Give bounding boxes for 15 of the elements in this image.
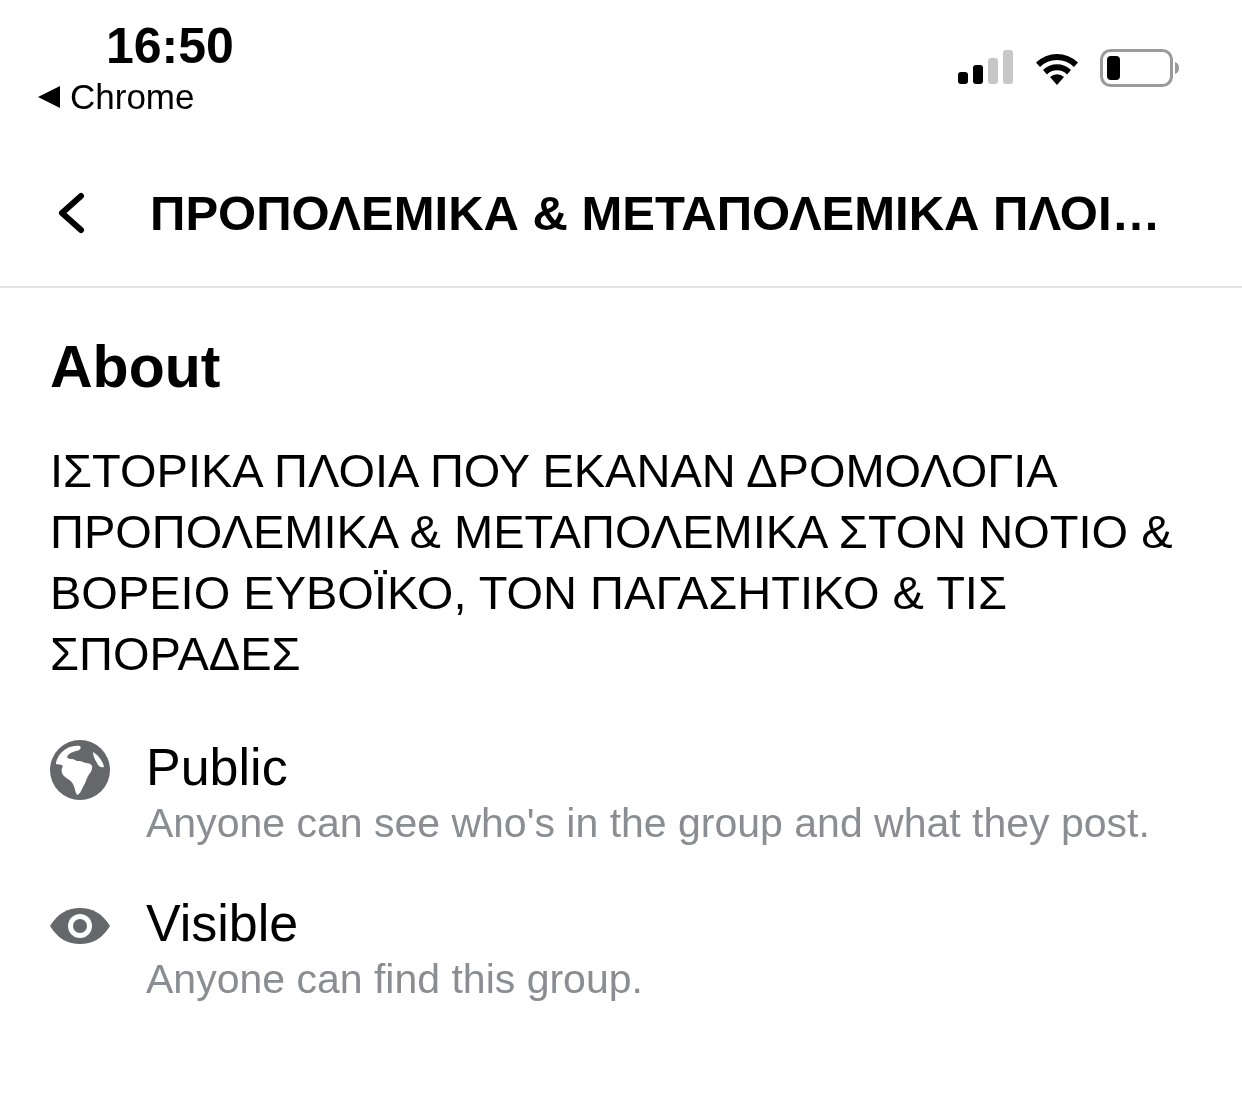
about-heading: About bbox=[50, 334, 221, 400]
wifi-icon bbox=[1034, 51, 1080, 85]
setting-title: Public bbox=[146, 738, 288, 796]
globe-icon bbox=[50, 740, 110, 800]
back-triangle-icon[interactable] bbox=[38, 86, 60, 108]
setting-description: Anyone can find this group. bbox=[146, 956, 643, 1002]
group-description: ΙΣΤΟΡΙΚΑ ΠΛΟΙΑ ΠΟΥ ΕΚΑΝΑΝ ΔΡΟΜΟΛΟΓΙΑ ΠΡΟΠΟΛΕΜΙΚΑ & ΜΕΤΑΠΟΛΕΜΙΚΑ ΣΤΟΝ ΝΟΤΙΟ & ΒΟΡΕΙΟ ΕΥΒΟΪΚΟ, ΤΟΝ ΠΑΓΑΣΗΤΙΚΟ & ΤΙΣ ΣΠΟΡΑΔΕΣ bbox=[50, 443, 1174, 682]
battery-icon bbox=[1100, 49, 1180, 87]
back-to-app-link[interactable]: Chrome bbox=[70, 78, 195, 116]
status-time: 16:50 bbox=[106, 18, 234, 74]
setting-title: Visible bbox=[146, 894, 299, 952]
group-title: ΠΡΟΠΟΛΕΜΙΚΑ & ΜΕΤΑΠΟΛΕΜΙΚΑ ΠΛΟΙ… bbox=[150, 185, 1161, 241]
setting-description: Anyone can see who's in the group and what they post. bbox=[146, 800, 1150, 846]
signal-bars-icon bbox=[958, 50, 1014, 86]
eye-icon bbox=[50, 908, 110, 944]
